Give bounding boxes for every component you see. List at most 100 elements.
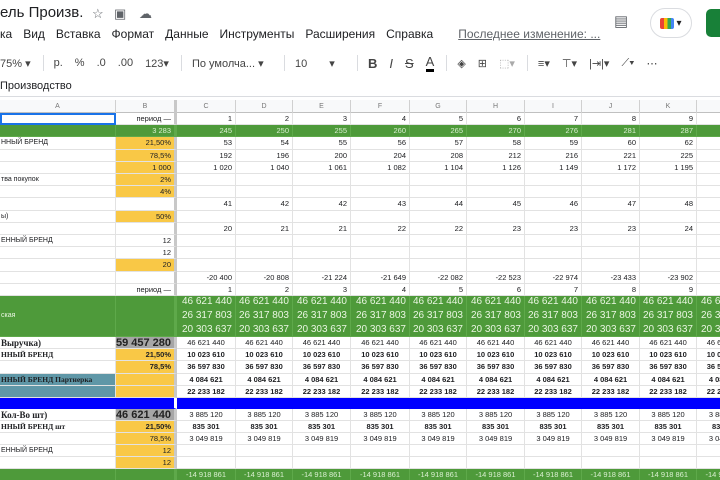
cell-value[interactable]: 8 — [582, 113, 640, 126]
cell-value[interactable] — [697, 398, 720, 409]
strikethrough-button[interactable]: S — [405, 56, 414, 71]
cell-a[interactable] — [0, 125, 116, 138]
cell-value[interactable]: 3 885 120 — [697, 409, 720, 422]
cell-a[interactable]: ская — [0, 296, 116, 337]
text-color-button[interactable]: A — [425, 54, 435, 72]
cell-value[interactable]: 1 104 — [410, 161, 467, 174]
cell-b[interactable] — [116, 373, 177, 386]
cell-value[interactable]: 3 885 120 — [640, 409, 697, 422]
cell-value[interactable]: 4 084 621 — [293, 373, 351, 386]
cell-value[interactable] — [697, 211, 720, 223]
cell-value[interactable]: 36 597 830 — [697, 361, 720, 374]
cell-value[interactable]: 53 — [177, 137, 236, 150]
cell-value[interactable]: 2 — [236, 113, 293, 126]
cell-value[interactable] — [582, 247, 640, 260]
cell-value[interactable]: 3 — [293, 113, 351, 126]
cell-value[interactable] — [467, 247, 525, 260]
cell-a[interactable]: ННЫЙ БРЕНД шт — [0, 421, 116, 434]
cell-value[interactable]: 46 621 440 — [640, 337, 697, 350]
cell-value[interactable]: 4 — [351, 113, 410, 126]
cell-value[interactable]: 208 — [410, 149, 467, 162]
cell-value[interactable] — [640, 247, 697, 260]
cell-a[interactable]: ННЫЙ БРЕНД — [0, 349, 116, 362]
cell-value[interactable]: 22 233 182 — [236, 385, 293, 398]
cell-b[interactable] — [116, 296, 177, 337]
cell-value[interactable] — [236, 235, 293, 248]
cell-value[interactable]: -23 433 — [582, 271, 640, 284]
cell-value[interactable]: 1 149 — [525, 161, 582, 174]
cell-value[interactable] — [177, 247, 236, 260]
cell-value[interactable] — [467, 457, 525, 469]
cell-value[interactable]: 60 — [582, 137, 640, 150]
cell-value[interactable] — [525, 235, 582, 248]
cell-value[interactable] — [525, 398, 582, 409]
cell-value[interactable] — [697, 125, 720, 138]
cell-value[interactable]: -14 918 861 — [467, 468, 525, 480]
cell-value[interactable]: 9 — [640, 113, 697, 126]
cell-value[interactable]: -22 082 — [410, 271, 467, 284]
cell-a[interactable] — [0, 259, 116, 272]
cell-value[interactable] — [236, 445, 293, 457]
cell-value[interactable]: 10 023 610 — [582, 349, 640, 362]
cell-value[interactable] — [293, 457, 351, 469]
cell-value[interactable] — [697, 223, 720, 235]
cell-a[interactable] — [0, 433, 116, 446]
cell-value[interactable]: 835 301 — [525, 421, 582, 434]
cell-value[interactable] — [467, 186, 525, 199]
cell-value[interactable]: 46 621 440 26 317 803 20 303 637 — [697, 296, 720, 337]
cell-value[interactable]: 22 233 182 — [293, 385, 351, 398]
cell-value[interactable]: 1 — [177, 113, 236, 126]
cell-value[interactable]: 22 — [351, 222, 410, 235]
cell-value[interactable]: 57 — [410, 137, 467, 150]
cell-value[interactable]: 46 621 440 — [293, 337, 351, 350]
cell-value[interactable]: 45 — [467, 198, 525, 211]
cell-value[interactable]: 265 — [410, 125, 467, 138]
text-wrap-icon[interactable]: |⇥|▾ — [589, 57, 609, 70]
cell-value[interactable]: 46 621 440 26 317 803 20 303 637 — [525, 296, 582, 337]
cell-value[interactable]: 835 301 — [293, 421, 351, 434]
cell-a[interactable]: тва покупок — [0, 174, 116, 187]
cell-a[interactable] — [0, 457, 116, 469]
cell-value[interactable]: 59 — [525, 137, 582, 150]
cell-value[interactable] — [410, 247, 467, 260]
cell-value[interactable] — [525, 259, 582, 272]
cell-value[interactable] — [467, 445, 525, 457]
cell-value[interactable] — [697, 113, 720, 126]
font-select[interactable]: По умолча... ▾ — [192, 57, 272, 70]
cell-value[interactable]: 3 049 819 — [525, 433, 582, 446]
cell-value[interactable]: 10 023 610 — [467, 349, 525, 362]
cell-value[interactable]: 10 023 610 — [640, 349, 697, 362]
cell-value[interactable]: 10 023 610 — [410, 349, 467, 362]
cell-value[interactable] — [697, 247, 720, 260]
cell-b[interactable]: 3 283 — [116, 125, 177, 138]
cell-value[interactable]: 3 049 819 — [177, 433, 236, 446]
zoom-select[interactable]: 75% ▾ — [0, 57, 31, 70]
cell-value[interactable]: 9 — [640, 283, 697, 296]
cell-value[interactable] — [293, 259, 351, 272]
cell-value[interactable] — [640, 186, 697, 199]
cell-value[interactable]: 1 082 — [351, 161, 410, 174]
column-header-d[interactable]: D — [236, 100, 293, 113]
cell-value[interactable] — [467, 259, 525, 272]
cell-value[interactable]: 22 233 182 — [582, 385, 640, 398]
cell-b[interactable]: 21,50% — [116, 349, 177, 362]
cell-b[interactable]: 12 — [116, 457, 177, 469]
percent-button[interactable]: % — [75, 57, 85, 69]
cell-value[interactable]: 23 — [467, 222, 525, 235]
cell-value[interactable]: 281 — [582, 125, 640, 138]
cell-a[interactable]: ННЫЙ БРЕНД Партнерка — [0, 373, 116, 386]
cell-value[interactable] — [236, 186, 293, 199]
cell-value[interactable] — [293, 235, 351, 248]
cell-a[interactable] — [0, 398, 116, 409]
cell-a[interactable]: ЕННЫЙ БРЕНД — [0, 445, 116, 457]
column-header-j[interactable]: J — [582, 100, 640, 113]
cell-value[interactable]: 1 126 — [467, 161, 525, 174]
cell-value[interactable] — [351, 210, 410, 223]
cell-value[interactable] — [410, 457, 467, 469]
cell-b[interactable]: 12 — [116, 235, 177, 248]
cell-value[interactable] — [525, 210, 582, 223]
cell-value[interactable]: 3 885 120 — [177, 409, 236, 422]
cell-value[interactable]: 41 — [177, 198, 236, 211]
cell-value[interactable] — [351, 174, 410, 187]
cell-value[interactable] — [697, 150, 720, 162]
